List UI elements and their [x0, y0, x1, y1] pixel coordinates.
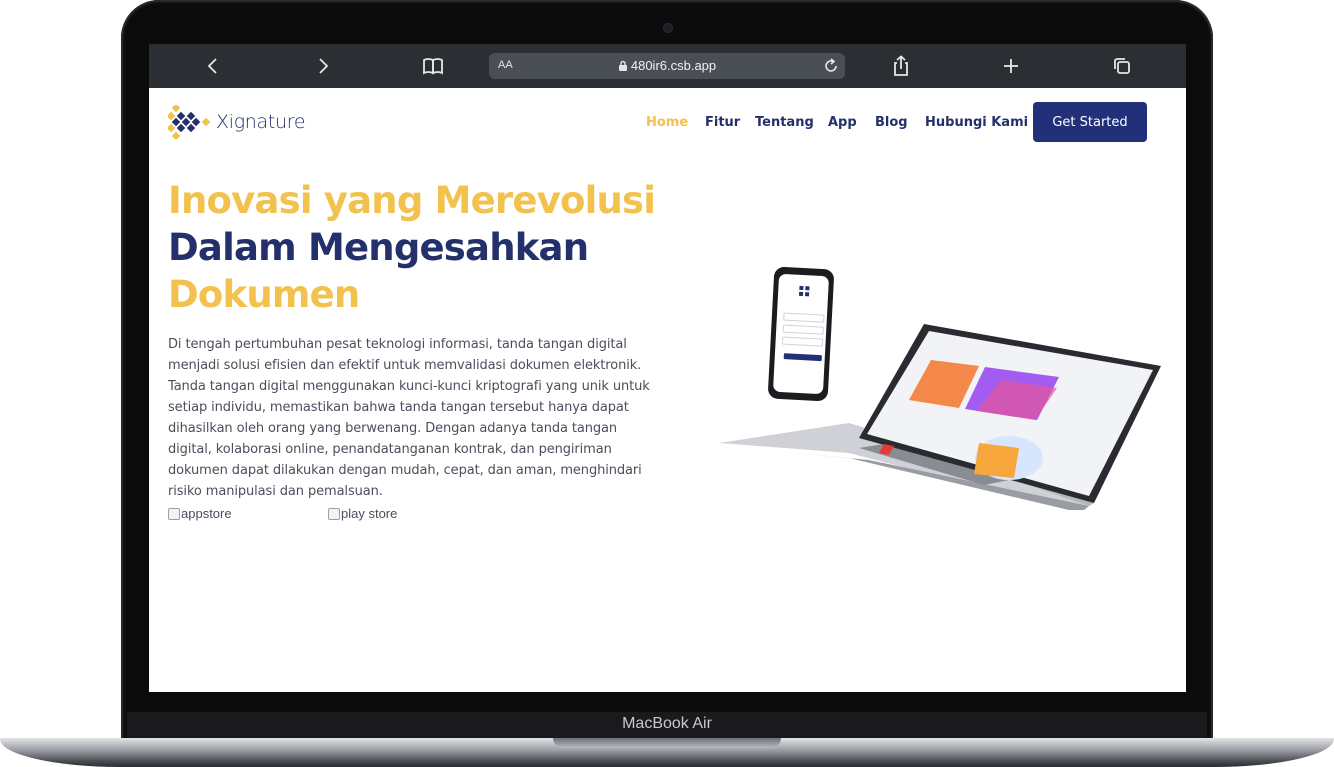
url-text: 480ir6.csb.app — [630, 58, 717, 73]
nav-blog[interactable]: Blog — [875, 115, 908, 130]
web-page: Xignature Home Fitur Tentang App Blog Hu… — [149, 88, 1186, 692]
appstore-badge[interactable]: appstore — [168, 506, 232, 521]
playstore-badge[interactable]: play store — [328, 506, 397, 521]
headline-line-2: Dalam Mengesahkan — [168, 226, 589, 269]
site-logo[interactable]: Xignature — [168, 105, 306, 139]
plus-icon[interactable] — [998, 54, 1024, 78]
playstore-alt-text: play store — [341, 506, 398, 521]
appstore-alt-text: appstore — [181, 506, 232, 521]
hero-illustration — [719, 267, 1161, 510]
nav-tentang[interactable]: Tentang — [755, 115, 814, 130]
screen: AA 480ir6.csb.app Xignature Home Fitur T… — [149, 44, 1186, 692]
nav-app[interactable]: App — [828, 115, 857, 130]
get-started-button[interactable]: Get Started — [1033, 102, 1147, 142]
reload-icon[interactable] — [823, 57, 839, 79]
chevron-left-icon[interactable] — [200, 54, 226, 78]
hero-description: Di tengah pertumbuhan pesat teknologi in… — [168, 337, 650, 499]
nav-home[interactable]: Home — [646, 115, 688, 130]
tabs-icon[interactable] — [1109, 54, 1135, 78]
brand-name: Xignature — [216, 111, 306, 133]
chevron-right-icon[interactable] — [310, 54, 336, 78]
headline-line-3: Dokumen — [168, 273, 360, 316]
url-display[interactable]: 480ir6.csb.app — [489, 58, 845, 74]
broken-image-icon — [168, 507, 180, 520]
hero-headline: Inovasi yang Merevolusi Dalam Mengesahka… — [168, 177, 656, 318]
broken-image-icon — [328, 507, 340, 520]
book-icon[interactable] — [420, 54, 446, 78]
browser-toolbar: AA 480ir6.csb.app — [149, 44, 1186, 88]
lock-icon — [618, 59, 628, 74]
nav-fitur[interactable]: Fitur — [705, 115, 740, 130]
camera-icon — [664, 24, 672, 32]
device-label: MacBook Air — [622, 715, 712, 732]
headline-line-1: Inovasi yang Merevolusi — [168, 179, 656, 222]
xignature-logo-icon — [168, 105, 211, 139]
laptop-notch — [553, 738, 781, 748]
nav-hubungi-kami[interactable]: Hubungi Kami — [925, 115, 1028, 130]
share-icon[interactable] — [888, 54, 914, 78]
address-bar[interactable]: AA 480ir6.csb.app — [489, 53, 845, 79]
site-navbar: Xignature Home Fitur Tentang App Blog Hu… — [149, 88, 1186, 158]
